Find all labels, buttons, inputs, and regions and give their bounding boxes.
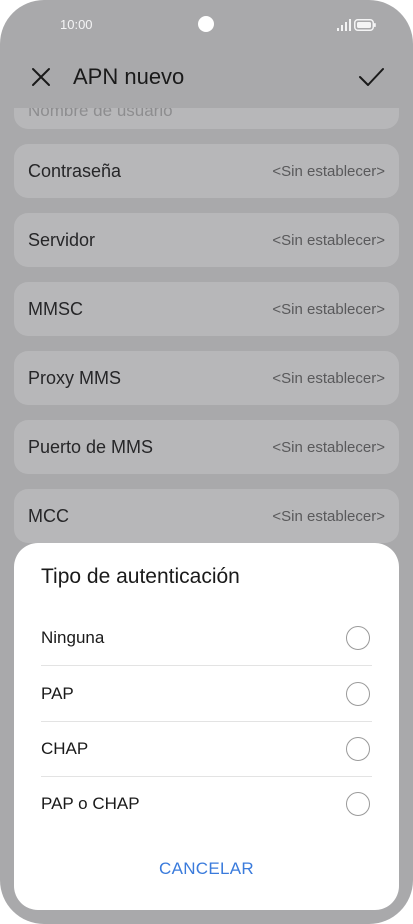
- option-label: Ninguna: [41, 628, 105, 647]
- setting-item-value: <Sin establecer>: [272, 163, 385, 180]
- option-label: PAP o CHAP: [41, 794, 140, 813]
- check-icon[interactable]: [357, 64, 385, 90]
- setting-item-servidor[interactable]: Servidor <Sin establecer>: [14, 213, 399, 267]
- auth-type-dialog: Tipo de autenticación Ninguna PAP CHAP P…: [14, 543, 399, 910]
- setting-item-label: Nombre de usuario: [28, 108, 173, 120]
- setting-item-label: Puerto de MMS: [28, 437, 154, 457]
- status-bar: 10:00: [0, 0, 413, 50]
- option-label: PAP: [41, 684, 74, 703]
- setting-item-username[interactable]: Nombre de usuario: [14, 108, 399, 129]
- radio-button[interactable]: [346, 682, 370, 706]
- setting-item-value: <Sin establecer>: [272, 301, 385, 318]
- front-camera: [198, 16, 214, 32]
- setting-item-label: Servidor: [28, 230, 96, 250]
- dialog-title: Tipo de autenticación: [41, 565, 240, 588]
- setting-item-mcc[interactable]: MCC <Sin establecer>: [14, 489, 399, 543]
- setting-item-label: Proxy MMS: [28, 368, 122, 388]
- setting-item-contrasena[interactable]: Contraseña <Sin establecer>: [14, 144, 399, 198]
- app-bar: APN nuevo: [0, 50, 413, 106]
- option-ninguna[interactable]: Ninguna: [41, 610, 372, 666]
- setting-item-value: <Sin establecer>: [272, 232, 385, 249]
- setting-item-puerto-mms[interactable]: Puerto de MMS <Sin establecer>: [14, 420, 399, 474]
- close-icon[interactable]: [28, 64, 54, 90]
- setting-item-value: <Sin establecer>: [272, 439, 385, 456]
- setting-item-mmsc[interactable]: MMSC <Sin establecer>: [14, 282, 399, 336]
- option-chap[interactable]: CHAP: [41, 721, 372, 777]
- phone-screen: 10:00 APN nuevo Nombre de usuario Contra…: [0, 0, 413, 924]
- option-pap[interactable]: PAP: [41, 666, 372, 722]
- radio-button[interactable]: [346, 737, 370, 761]
- setting-item-label: MMSC: [28, 299, 83, 319]
- setting-item-label: Contraseña: [28, 161, 122, 181]
- setting-item-label: MCC: [28, 506, 69, 526]
- settings-list: Nombre de usuario Contraseña <Sin establ…: [0, 108, 413, 548]
- setting-item-value: <Sin establecer>: [272, 508, 385, 525]
- setting-item-proxy-mms[interactable]: Proxy MMS <Sin establecer>: [14, 351, 399, 405]
- status-time: 10:00: [60, 17, 93, 32]
- battery-icon: [354, 19, 376, 31]
- page-title: APN nuevo: [73, 64, 185, 89]
- cancel-button[interactable]: CANCELAR: [114, 859, 299, 889]
- radio-button[interactable]: [346, 626, 370, 650]
- option-pap-o-chap[interactable]: PAP o CHAP: [41, 776, 372, 832]
- signal-icon: [337, 19, 351, 31]
- option-label: CHAP: [41, 739, 89, 758]
- radio-button[interactable]: [346, 792, 370, 816]
- setting-item-value: <Sin establecer>: [272, 370, 385, 387]
